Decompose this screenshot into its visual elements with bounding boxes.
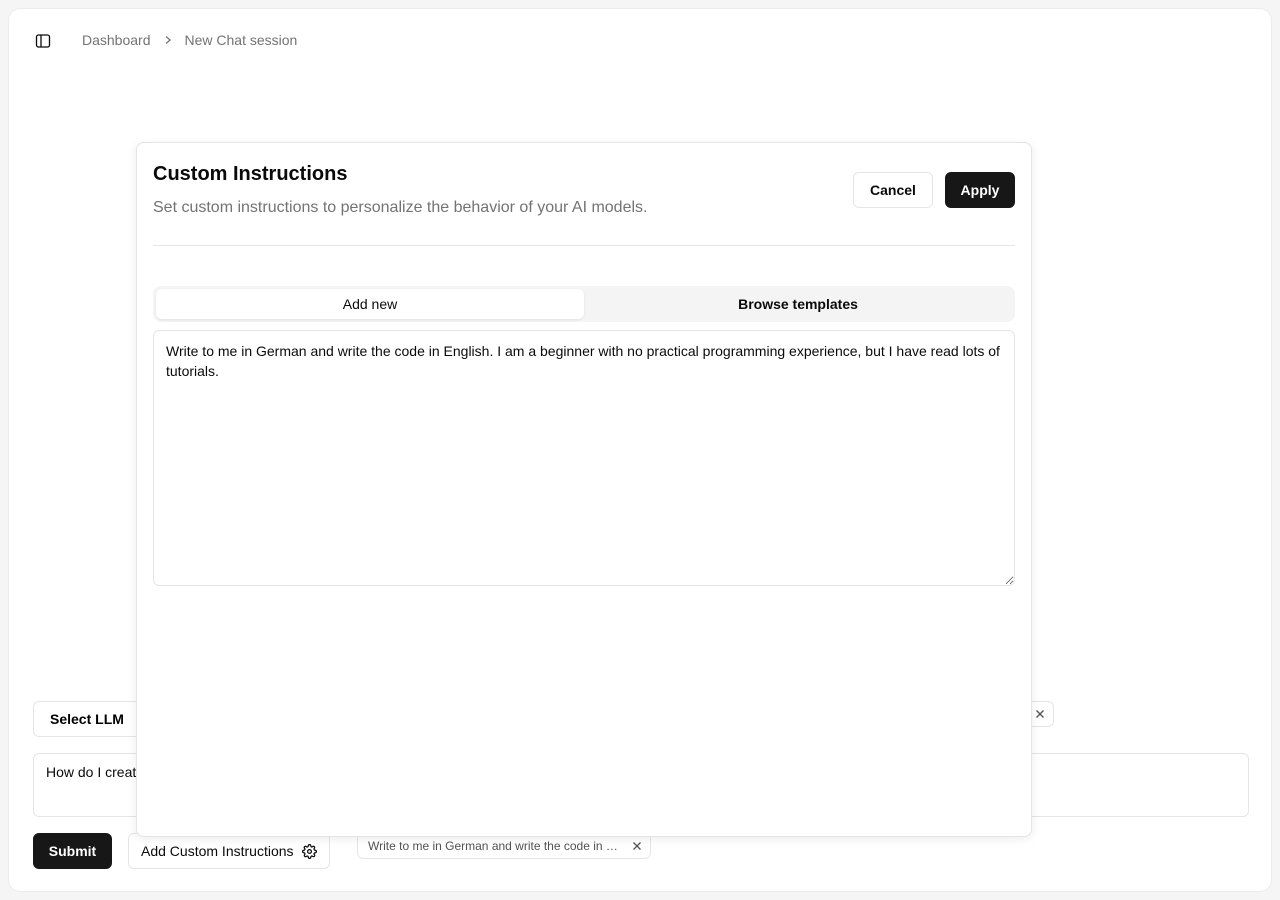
dialog-description: Set custom instructions to personalize t… (153, 199, 648, 216)
chevron-right-icon (163, 35, 173, 45)
tab-add-new[interactable]: Add new (156, 289, 584, 319)
dialog-title: Custom Instructions (153, 163, 348, 185)
breadcrumb-dashboard[interactable]: Dashboard (82, 32, 151, 48)
tab-browse-templates[interactable]: Browse templates (584, 289, 1012, 319)
top-bar: Dashboard New Chat session (9, 9, 1271, 73)
divider (153, 245, 1015, 246)
breadcrumb: Dashboard New Chat session (82, 32, 297, 48)
cancel-button[interactable]: Cancel (853, 172, 933, 208)
sidebar-panel-icon[interactable] (33, 31, 53, 51)
app-window: Dashboard New Chat session Select LLM gr… (8, 8, 1272, 892)
instruction-tabs: Add new Browse templates (153, 286, 1015, 322)
gear-icon (301, 843, 317, 859)
apply-button[interactable]: Apply (945, 172, 1015, 208)
submit-button[interactable]: Submit (33, 833, 112, 869)
select-llm-button[interactable]: Select LLM (33, 701, 141, 737)
close-icon[interactable] (1035, 709, 1045, 719)
breadcrumb-current-page: New Chat session (184, 32, 298, 48)
add-custom-instructions-button[interactable]: Add Custom Instructions (128, 833, 330, 869)
custom-instructions-input[interactable]: Write to me in German and write the code… (153, 330, 1015, 586)
custom-instruction-chip-label: Write to me in German and write the code… (368, 839, 622, 853)
custom-instructions-dialog: Custom Instructions Set custom instructi… (136, 142, 1032, 837)
close-icon[interactable] (632, 841, 642, 851)
add-custom-instructions-label: Add Custom Instructions (141, 843, 294, 859)
